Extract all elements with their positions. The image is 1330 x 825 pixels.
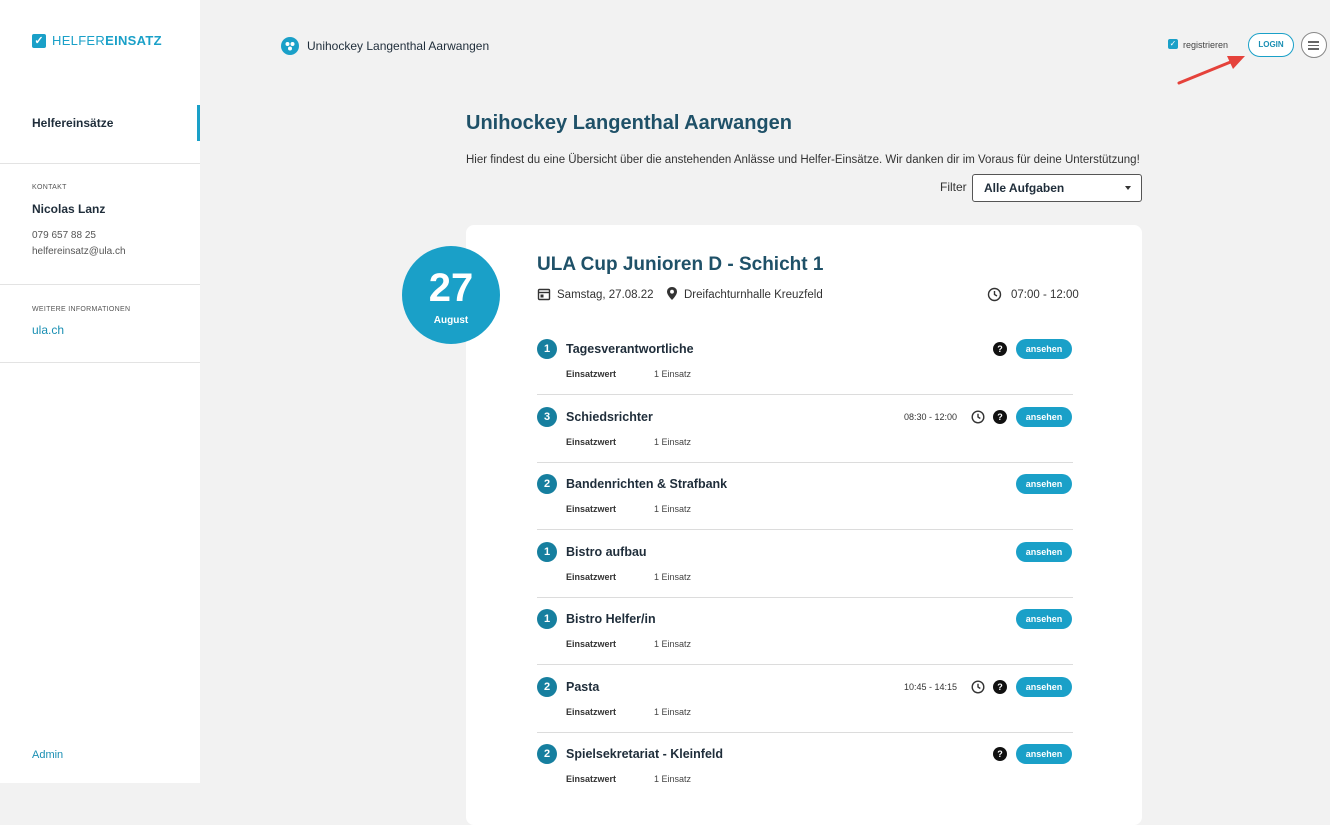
task-divider — [537, 529, 1073, 530]
admin-link[interactable]: Admin — [32, 749, 63, 761]
task-name[interactable]: Tagesverantwortliche — [566, 342, 694, 356]
event-month: August — [433, 315, 469, 326]
event-title[interactable]: ULA Cup Junioren D - Schicht 1 — [537, 254, 823, 276]
clock-icon — [987, 287, 1002, 302]
header-org-name[interactable]: Unihockey Langenthal Aarwangen — [307, 39, 489, 53]
task-value: 1 Einsatz — [654, 437, 692, 447]
task-value-label: Einsatzwert — [566, 572, 617, 582]
task-value-label: Einsatzwert — [566, 707, 617, 717]
contact-email[interactable]: helfereinsatz@ula.ch — [32, 246, 126, 257]
task-divider — [537, 462, 1073, 463]
task-value-label: Einsatzwert — [566, 369, 617, 379]
help-icon[interactable]: ? — [993, 747, 1007, 761]
app-logo[interactable]: ✓ HELFEREINSATZ — [32, 33, 162, 48]
task-count-badge: 1 — [537, 542, 557, 562]
sidebar-divider — [0, 163, 200, 164]
login-button[interactable]: LOGIN — [1248, 33, 1294, 57]
task-time: 08:30 - 12:00 — [904, 412, 958, 422]
filter-select[interactable]: Alle Aufgaben — [972, 174, 1142, 202]
task-name[interactable]: Bandenrichten & Strafbank — [566, 477, 727, 491]
logo-text-bold: EINSATZ — [105, 33, 162, 48]
contact-name: Nicolas Lanz — [32, 202, 106, 216]
view-button[interactable]: ansehen — [1016, 339, 1072, 359]
task-value: 1 Einsatz — [654, 369, 692, 379]
event-card — [466, 225, 1142, 825]
view-button[interactable]: ansehen — [1016, 542, 1072, 562]
check-icon: ✓ — [32, 33, 46, 48]
clock-icon — [971, 410, 985, 424]
view-button[interactable]: ansehen — [1016, 407, 1072, 427]
task-count-badge: 2 — [537, 474, 557, 494]
dropdown-caret-icon — [1125, 186, 1131, 190]
help-icon[interactable]: ? — [993, 410, 1007, 424]
check-icon[interactable]: ✓ — [1168, 39, 1178, 49]
task-count-badge: 1 — [537, 339, 557, 359]
register-link[interactable]: registrieren — [1183, 40, 1228, 50]
task-divider — [537, 732, 1073, 733]
org-icon — [281, 37, 299, 55]
help-icon[interactable]: ? — [993, 342, 1007, 356]
clock-icon — [971, 680, 985, 694]
calendar-icon — [537, 288, 551, 301]
location-icon — [667, 287, 677, 300]
task-value-label: Einsatzwert — [566, 504, 617, 514]
page-title: Unihockey Langenthal Aarwangen — [466, 112, 792, 134]
sidebar-divider — [0, 284, 200, 285]
task-count-badge: 2 — [537, 677, 557, 697]
task-divider — [537, 394, 1073, 395]
annotation-arrow-icon — [1177, 56, 1245, 85]
task-value: 1 Einsatz — [654, 504, 692, 514]
task-divider — [537, 597, 1073, 598]
task-name[interactable]: Bistro Helfer/in — [566, 612, 656, 626]
task-value-label: Einsatzwert — [566, 639, 617, 649]
task-count-badge: 1 — [537, 609, 557, 629]
view-button[interactable]: ansehen — [1016, 677, 1072, 697]
sidebar-item-helfereinsaetze[interactable]: Helfereinsätze — [0, 105, 200, 141]
task-value: 1 Einsatz — [654, 572, 692, 582]
task-time: 10:45 - 14:15 — [904, 682, 958, 692]
view-button[interactable]: ansehen — [1016, 609, 1072, 629]
task-value: 1 Einsatz — [654, 707, 692, 717]
logo-text: HELFEREINSATZ — [52, 33, 162, 48]
task-name[interactable]: Spielsekretariat - Kleinfeld — [566, 747, 723, 761]
task-name[interactable]: Pasta — [566, 680, 599, 694]
event-date: Samstag, 27.08.22 — [557, 289, 654, 301]
view-button[interactable]: ansehen — [1016, 744, 1072, 764]
menu-icon[interactable] — [1301, 32, 1327, 58]
task-divider — [537, 664, 1073, 665]
contact-phone[interactable]: 079 657 88 25 — [32, 230, 96, 241]
task-name[interactable]: Bistro aufbau — [566, 545, 647, 559]
help-icon[interactable]: ? — [993, 680, 1007, 694]
task-count-badge: 3 — [537, 407, 557, 427]
task-value-label: Einsatzwert — [566, 437, 617, 447]
info-caption: WEITERE INFORMATIONEN — [32, 306, 131, 313]
task-count-badge: 2 — [537, 744, 557, 764]
task-name[interactable]: Schiedsrichter — [566, 410, 653, 424]
task-value: 1 Einsatz — [654, 639, 692, 649]
filter-value: Alle Aufgaben — [984, 181, 1065, 195]
logo-text-light: HELFER — [52, 33, 106, 48]
event-time: 07:00 - 12:00 — [1011, 289, 1079, 301]
contact-caption: KONTAKT — [32, 184, 67, 191]
filter-label: Filter — [940, 180, 967, 194]
sidebar-divider — [0, 362, 200, 363]
intro-text: Hier findest du eine Übersicht über die … — [466, 154, 1140, 166]
event-date-badge: 27 August — [402, 246, 500, 344]
view-button[interactable]: ansehen — [1016, 474, 1072, 494]
event-location: Dreifachturnhalle Kreuzfeld — [684, 289, 823, 301]
event-day: 27 — [428, 266, 474, 310]
sidebar: ✓ HELFEREINSATZ Helfereinsätze KONTAKT N… — [0, 0, 200, 783]
info-link[interactable]: ula.ch — [32, 323, 64, 337]
